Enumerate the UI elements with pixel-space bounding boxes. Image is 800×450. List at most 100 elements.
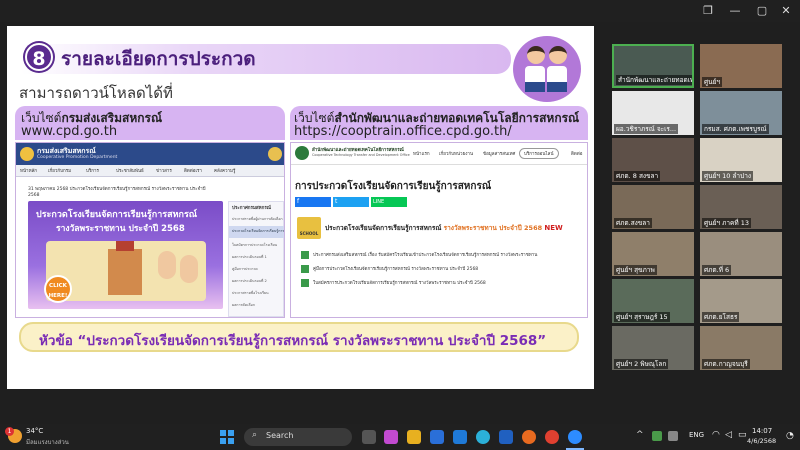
cpd-nav-item[interactable]: บริการ <box>86 167 99 174</box>
cpd-nav-item[interactable]: ข่าวสาร <box>156 167 172 174</box>
participant-name: ศูนย์ฯ ภาคที่ 13 <box>702 218 751 228</box>
cpd-nav-item[interactable]: คลังความรู้ <box>214 167 235 174</box>
taskbar-search-box[interactable]: ⌕ Search <box>244 428 352 446</box>
emblem-icon <box>268 147 282 161</box>
cpd-year: 2568 <box>28 193 40 198</box>
weather-temp: 34°C <box>26 427 44 435</box>
topic-banner: หัวข้อ “ประกวดโรงเรียนจัดการเรียนรู้การส… <box>19 322 579 352</box>
slide-title: รายละเอียดการประกวด <box>61 48 256 70</box>
participant-tile[interactable]: ศูนย์ฯ สุราษฎร์ 15 <box>612 279 694 323</box>
clock-date[interactable]: 4/6/2568 <box>747 437 776 445</box>
file-explorer-icon[interactable] <box>407 430 421 444</box>
maximize-button[interactable]: ▢ <box>754 3 770 19</box>
cpd-website-screenshot: กรมส่งเสริมสหกรณ์ Cooperative Promotion … <box>15 142 285 318</box>
volume-icon[interactable]: ◁ <box>725 430 732 440</box>
participant-tile[interactable]: ศูนย์ฯ <box>700 44 782 88</box>
participant-tile[interactable]: ศภต.ยโสธร <box>700 279 782 323</box>
doc-link[interactable]: ใบสมัครการประกวดโรงเรียนจัดการเรียนรู้กา… <box>313 279 486 286</box>
windows-taskbar: 1 34°C มีลมแรงบางส่วน ⌕ Search ^ ENG ◠ ◁… <box>0 424 800 450</box>
doc-link[interactable]: ประกาศกรมส่งเสริมสหกรณ์ เรื่อง รับสมัครโ… <box>313 251 537 258</box>
participant-name: ศภต.ที่ 6 <box>702 265 732 275</box>
left-site-url[interactable]: www.cpd.go.th <box>21 124 117 139</box>
cooptrain-nav-item[interactable]: ติดต่อ <box>571 150 582 157</box>
slide-subtitle: สามารถดาวน์โหลดได้ที่ <box>19 84 173 102</box>
dropbox-icon[interactable] <box>499 430 513 444</box>
click-here-button[interactable]: CLICK HERE! <box>44 275 72 303</box>
tray-app-icon[interactable] <box>668 431 678 441</box>
search-icon: ⌕ <box>252 430 258 440</box>
right-site-url[interactable]: https://cooptrain.office.cpd.go.th/ <box>294 124 512 139</box>
participant-tile[interactable]: ศภต. 8 สงขลา <box>612 138 694 182</box>
cpd-sidebar-item[interactable]: ผลการประเมินรอบที่ 2 <box>232 278 284 284</box>
mail-icon[interactable] <box>430 430 444 444</box>
participant-name: ศูนย์ฯ <box>702 77 723 87</box>
cpd-nav-item[interactable]: ประชาสัมพันธ์ <box>116 167 144 174</box>
cpd-sidebar-item[interactable]: ประกาศรายชื่อโรงเรียน <box>232 290 284 296</box>
cooptrain-nav-item[interactable]: เกี่ยวกับหน่วยงาน <box>439 150 473 157</box>
participant-tile[interactable]: ศูนย์ฯ 10 ลำปาง <box>700 138 782 182</box>
feature-title[interactable]: ประกวดโรงเรียนจัดการเรียนรู้การสหกรณ์ รา… <box>325 223 563 233</box>
cpd-sidebar-item[interactable]: ใบสมัครการประกวดโรงเรียน <box>232 242 284 248</box>
participant-name: ศูนย์ฯ 2 พิษณุโลก <box>614 359 669 369</box>
line-share-button[interactable]: LINE <box>371 197 407 207</box>
participant-name: กรมส. ศภต.เพชรบูรณ์ <box>702 124 769 134</box>
restore-icon[interactable]: ❐ <box>700 3 716 19</box>
cpd-nav-item[interactable]: หน้าหลัก <box>20 167 37 174</box>
wifi-icon[interactable]: ◠ <box>712 430 720 440</box>
cpd-sidebar-item[interactable]: คู่มือการประกวด <box>232 266 284 272</box>
tray-app-icon[interactable] <box>652 431 662 441</box>
cooptrain-website-screenshot: สำนักพัฒนาและถ่ายทอดเทคโนโลยีการสหกรณ์ C… <box>290 142 588 318</box>
cpd-sidebar-item[interactable]: ผลการประเมินรอบที่ 1 <box>232 254 284 260</box>
zoom-icon[interactable] <box>568 430 582 444</box>
firefox-icon[interactable] <box>522 430 536 444</box>
language-indicator[interactable]: ENG <box>689 431 704 439</box>
cpd-date-line: 31 พฤษภาคม 2568 ประกวดโรงเรียนจัดการเรีย… <box>28 187 206 192</box>
cpd-banner-line1: ประกวดโรงเรียนจัดการเรียนรู้การสหกรณ์ <box>36 210 198 220</box>
cooptrain-nav-item[interactable]: หน้าแรก <box>413 150 430 157</box>
cpd-logo-icon <box>20 147 34 161</box>
participant-gallery: สำนักพัฒนาและถ่ายทอดเทค ศูนย์ฯ ผอ.วชิราภ… <box>612 44 784 372</box>
participant-name: ศภต.กาญจนบุรี <box>702 359 750 369</box>
window-titlebar: ❐ — ▢ ✕ <box>0 0 800 22</box>
slide-number: 8 <box>25 43 53 71</box>
windows-start-icon[interactable] <box>220 430 234 444</box>
participant-tile[interactable]: กรมส. ศภต.เพชรบูรณ์ <box>700 91 782 135</box>
cooptrain-nav-item[interactable]: บริการออนไลน์ <box>519 148 559 159</box>
cpd-nav-item[interactable]: ติดต่อเรา <box>184 167 202 174</box>
cpd-sidebar-item[interactable]: ประกวดโรงเรียนจัดการเรียนรู้การสหกรณ์ <box>232 228 284 234</box>
download-icon <box>301 279 309 287</box>
chrome-icon[interactable] <box>545 430 559 444</box>
close-button[interactable]: ✕ <box>778 3 794 19</box>
twitter-share-button[interactable]: t <box>333 197 369 207</box>
participant-tile[interactable]: ศูนย์ฯ 2 พิษณุโลก <box>612 326 694 370</box>
task-view-icon[interactable] <box>362 430 376 444</box>
store-icon[interactable] <box>453 430 467 444</box>
doc-link[interactable]: คู่มือการประกวดโรงเรียนจัดการเรียนรู้การ… <box>313 265 478 272</box>
cpd-sidebar: ประกาศกรมสหกรณ์ ประกาศรายชื่อผู้ผ่านการค… <box>228 201 284 317</box>
participant-tile[interactable]: สำนักพัฒนาและถ่ายทอดเทค <box>612 44 694 88</box>
clock-time[interactable]: 14:07 <box>752 427 772 435</box>
participant-tile[interactable]: ศภต.ที่ 6 <box>700 232 782 276</box>
facebook-share-button[interactable]: f <box>295 197 331 207</box>
chevron-up-icon[interactable]: ^ <box>636 430 644 440</box>
battery-icon[interactable]: ▭ <box>738 430 747 440</box>
notification-badge: 1 <box>5 427 14 436</box>
topic-banner-text: หัวข้อ “ประกวดโรงเรียนจัดการเรียนรู้การส… <box>39 333 547 349</box>
minimize-button[interactable]: — <box>727 3 743 19</box>
cooptrain-heading: การประกวดโรงเรียนจัดการเรียนรู้การสหกรณ์ <box>295 181 492 192</box>
cpd-sidebar-item[interactable]: ประกาศรายชื่อผู้ผ่านการคัดเลือก <box>232 216 284 222</box>
cooptrain-nav-item[interactable]: ข้อมูลสารสนเทศ <box>483 150 515 157</box>
participant-name: ศภต.ยโสธร <box>702 312 740 322</box>
cpd-sidebar-item[interactable]: ผลการคัดเลือก <box>232 302 284 308</box>
participant-tile[interactable]: ศภต.สงขลา <box>612 185 694 229</box>
participant-tile[interactable]: ศภต.กาญจนบุรี <box>700 326 782 370</box>
cpd-nav-item[interactable]: เกี่ยวกับกรม <box>48 167 71 174</box>
participant-name: สำนักพัฒนาและถ่ายทอดเทค <box>616 75 694 85</box>
participant-name: ศูนย์ฯ สุขภาพ <box>614 265 657 275</box>
copilot-icon[interactable] <box>384 430 398 444</box>
edge-icon[interactable] <box>476 430 490 444</box>
participant-tile[interactable]: ศูนย์ฯ ภาคที่ 13 <box>700 185 782 229</box>
notification-bell-icon[interactable]: ◔ <box>786 431 794 441</box>
participant-tile[interactable]: ศูนย์ฯ สุขภาพ <box>612 232 694 276</box>
participant-tile[interactable]: ผอ.วชิราภรณ์ จะเร... <box>612 91 694 135</box>
